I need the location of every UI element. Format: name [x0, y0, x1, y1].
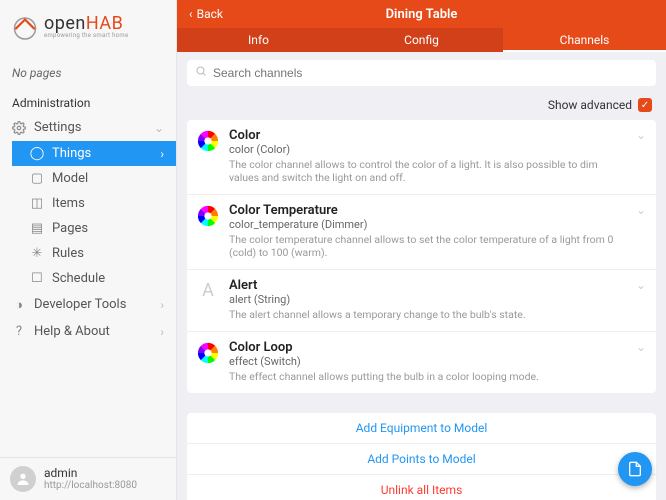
nav-items-label: Items [52, 196, 85, 211]
model-icon: ▢ [30, 172, 44, 186]
chevron-right-icon: › [160, 298, 164, 312]
channel-subtitle: alert (String) [229, 293, 630, 306]
chevron-left-icon: ‹ [189, 7, 193, 21]
nav-dev-label: Developer Tools [34, 297, 126, 312]
nav-pages[interactable]: ▤ Pages [12, 216, 176, 241]
schedule-icon: ☐ [30, 272, 44, 286]
show-advanced-label: Show advanced [548, 98, 632, 112]
document-icon [627, 461, 643, 477]
nav-schedule-label: Schedule [52, 271, 105, 286]
chevron-right-icon: › [160, 325, 164, 339]
chevron-down-icon: ⌄ [154, 121, 164, 135]
channel-title: Color [229, 128, 630, 143]
nav-help-label: Help & About [34, 324, 110, 339]
color-wheel-icon [197, 130, 219, 152]
brand-hab: HAB [86, 13, 123, 34]
back-label: Back [197, 7, 223, 21]
search-icon [195, 65, 207, 81]
channel-description: The effect channel allows putting the bu… [229, 370, 630, 383]
search-box[interactable] [187, 60, 656, 86]
color-wheel-icon [197, 342, 219, 364]
chevron-down-icon[interactable]: ⌄ [630, 278, 646, 321]
tab-config[interactable]: Config [340, 28, 503, 52]
show-advanced-checkbox[interactable]: ✓ [638, 98, 652, 112]
channel-subtitle: effect (Switch) [229, 355, 630, 368]
items-icon: ◫ [30, 197, 44, 211]
brand-tagline: empowering the smart home [44, 33, 128, 39]
user-area[interactable]: admin http://localhost:8080 [0, 457, 176, 500]
topbar: ‹ Back Dining Table Info Config Channels [177, 0, 666, 52]
channel-title: Alert [229, 278, 630, 293]
pages-icon: ▤ [30, 222, 44, 236]
action-button[interactable]: Add Points to Model [187, 444, 656, 475]
search-input[interactable] [213, 66, 648, 80]
main: ‹ Back Dining Table Info Config Channels… [177, 0, 666, 500]
letter-icon: A [197, 280, 219, 302]
logo-icon [10, 12, 40, 42]
channel-description: The color temperature channel allows to … [229, 233, 630, 259]
rules-icon: ✳ [30, 247, 44, 261]
avatar [10, 466, 36, 492]
channel-row[interactable]: A Alert alert (String) The alert channel… [187, 270, 656, 332]
nav-things[interactable]: ◯ Things › [12, 141, 176, 166]
help-icon: ? [12, 325, 26, 339]
tabs: Info Config Channels [177, 28, 666, 52]
nav-pages-label: Pages [52, 221, 88, 236]
channel-subtitle: color (Color) [229, 143, 630, 156]
chevron-down-icon[interactable]: ⌄ [630, 203, 646, 259]
nav-items[interactable]: ◫ Items [12, 191, 176, 216]
channel-description: The alert channel allows a temporary cha… [229, 308, 630, 321]
nav-things-label: Things [52, 146, 91, 161]
nav-schedule[interactable]: ☐ Schedule [12, 266, 176, 291]
user-name: admin [44, 466, 137, 480]
back-button[interactable]: ‹ Back [177, 7, 235, 21]
channel-subtitle: color_temperature (Dimmer) [229, 218, 630, 231]
nav-rules[interactable]: ✳ Rules [12, 241, 176, 266]
nav-model[interactable]: ▢ Model [12, 166, 176, 191]
logo[interactable]: openHAB empowering the smart home [0, 0, 176, 58]
nav-developer-tools[interactable]: ◑ Developer Tools › [0, 291, 176, 318]
chevron-right-icon: › [160, 147, 164, 161]
channels-list: Color color (Color) The color channel al… [187, 120, 656, 393]
channel-title: Color Temperature [229, 203, 630, 218]
nav-model-label: Model [52, 171, 88, 186]
actions-list: Add Equipment to ModelAdd Points to Mode… [187, 413, 656, 500]
things-icon: ◯ [30, 147, 44, 161]
tab-channels[interactable]: Channels [503, 28, 666, 52]
nav-settings-label: Settings [34, 120, 81, 135]
channel-row[interactable]: Color color (Color) The color channel al… [187, 120, 656, 195]
channel-row[interactable]: Color Temperature color_temperature (Dim… [187, 195, 656, 270]
page-title: Dining Table [177, 7, 666, 22]
brand-open: open [44, 13, 86, 34]
dev-icon: ◑ [12, 298, 26, 312]
gear-icon [12, 121, 26, 135]
action-button[interactable]: Add Equipment to Model [187, 413, 656, 444]
fab-button[interactable] [618, 452, 652, 486]
nav-rules-label: Rules [52, 246, 84, 261]
tab-info[interactable]: Info [177, 28, 340, 52]
channel-title: Color Loop [229, 340, 630, 355]
admin-heading: Administration [0, 86, 176, 114]
chevron-down-icon[interactable]: ⌄ [630, 128, 646, 184]
chevron-down-icon[interactable]: ⌄ [630, 340, 646, 383]
action-button[interactable]: Unlink all Items [187, 475, 656, 500]
channel-description: The color channel allows to control the … [229, 158, 630, 184]
sidebar: openHAB empowering the smart home No pag… [0, 0, 177, 500]
color-wheel-icon [197, 205, 219, 227]
nav-help[interactable]: ? Help & About › [0, 318, 176, 345]
channel-row[interactable]: Color Loop effect (Switch) The effect ch… [187, 332, 656, 393]
no-pages-label: No pages [0, 58, 176, 86]
nav-settings[interactable]: Settings ⌄ [0, 114, 176, 141]
user-host: http://localhost:8080 [44, 480, 137, 492]
